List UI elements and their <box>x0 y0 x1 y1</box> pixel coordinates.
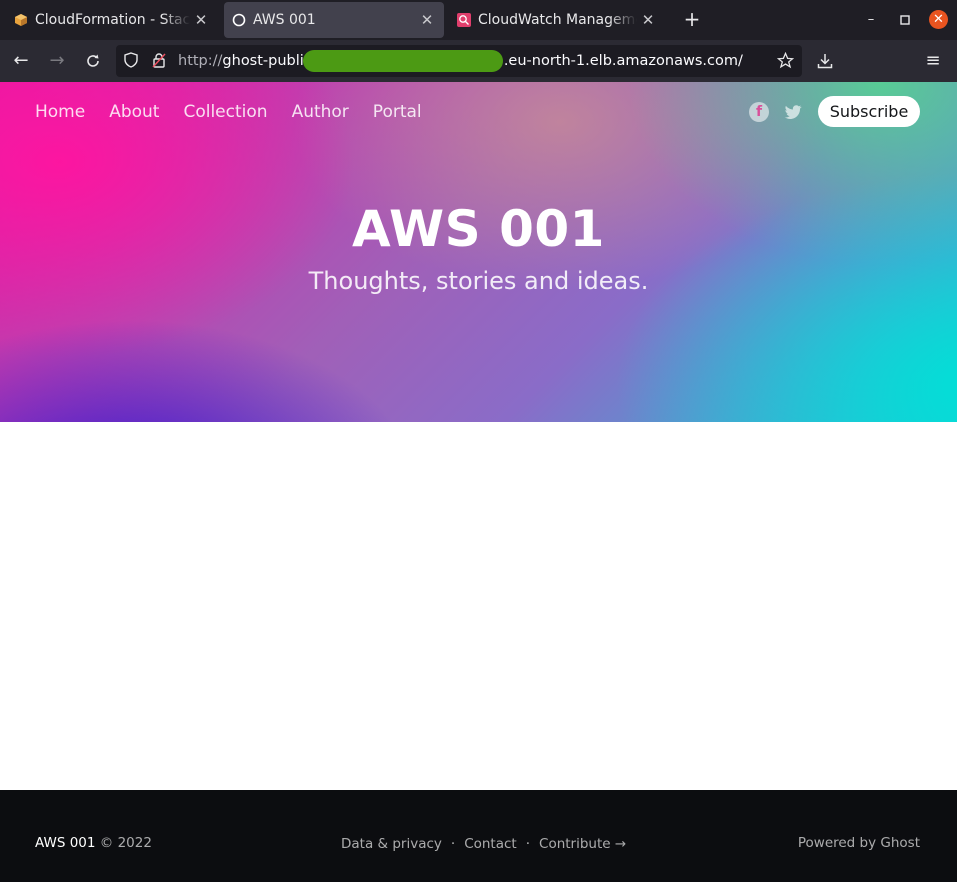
twitter-icon[interactable] <box>783 102 803 122</box>
powered-by-ghost[interactable]: Powered by Ghost <box>798 835 920 851</box>
cloudwatch-icon <box>457 13 471 27</box>
footer-link-contact[interactable]: Contact <box>464 836 517 852</box>
menu-icon[interactable]: ≡ <box>922 50 944 72</box>
address-bar[interactable]: http://ghost-publi .eu-north-1.elb.amazon… <box>116 45 802 77</box>
footer-link-data-privacy[interactable]: Data & privacy <box>341 836 442 852</box>
close-tab-icon[interactable]: ✕ <box>194 11 208 29</box>
footer-copyright: AWS 001 © 2022 <box>35 835 152 851</box>
minimize-icon[interactable]: – <box>861 10 881 30</box>
site-nav: Home About Collection Author Portal <box>35 102 422 122</box>
url-host-start: ghost-publi <box>222 53 304 69</box>
tab-title: CloudWatch Managemen <box>478 12 637 28</box>
bookmark-star-icon[interactable] <box>776 51 794 70</box>
redaction-mark <box>303 50 503 72</box>
nav-collection[interactable]: Collection <box>183 102 267 122</box>
back-icon[interactable]: ← <box>10 50 32 72</box>
site-title: AWS 001 <box>352 200 605 258</box>
nav-author[interactable]: Author <box>292 102 349 122</box>
site-header: Home About Collection Author Portal f Su… <box>0 82 957 422</box>
aws-cube-icon <box>15 14 27 26</box>
separator: · <box>525 836 531 852</box>
footer-site-name[interactable]: AWS 001 <box>35 835 95 851</box>
separator: · <box>450 836 456 852</box>
downloads-icon[interactable] <box>814 50 836 72</box>
main-content <box>0 422 957 790</box>
nav-home[interactable]: Home <box>35 102 85 122</box>
tab-title: CloudFormation - Stack g <box>35 12 190 28</box>
nav-about[interactable]: About <box>109 102 159 122</box>
new-tab-icon[interactable]: + <box>681 8 703 30</box>
shield-icon[interactable] <box>122 52 140 70</box>
browser-tab-bar: CloudFormation - Stack g ✕ AWS 001 ✕ Clo… <box>0 0 957 40</box>
facebook-icon[interactable]: f <box>749 102 769 122</box>
close-window-icon[interactable]: ✕ <box>929 10 948 29</box>
footer-year: © 2022 <box>99 835 152 851</box>
subscribe-button[interactable]: Subscribe <box>818 96 920 127</box>
site-description: Thoughts, stories and ideas. <box>308 267 649 295</box>
tab-cloudwatch[interactable]: CloudWatch Managemen ✕ <box>449 2 665 38</box>
close-tab-icon[interactable]: ✕ <box>641 11 655 29</box>
insecure-lock-icon[interactable] <box>150 52 168 70</box>
url-protocol: http:// <box>178 53 223 69</box>
nav-portal[interactable]: Portal <box>373 102 422 122</box>
forward-icon[interactable]: → <box>46 50 68 72</box>
close-tab-icon[interactable]: ✕ <box>420 11 434 29</box>
footer-links: Data & privacy · Contact · Contribute → <box>341 836 626 852</box>
ghost-icon <box>232 13 246 27</box>
tab-title: AWS 001 <box>253 12 316 28</box>
maximize-icon[interactable] <box>895 10 915 30</box>
footer-link-contribute[interactable]: Contribute → <box>539 836 626 852</box>
url-host-end: .eu-north-1.elb.amazonaws.com/ <box>503 53 743 69</box>
site-footer: AWS 001 © 2022 Data & privacy · Contact … <box>0 790 957 882</box>
tab-aws-001[interactable]: AWS 001 ✕ <box>224 2 444 38</box>
browser-nav-bar: ← → http://ghost-publi .eu-north-1.elb.am… <box>0 40 957 82</box>
reload-icon[interactable] <box>82 50 104 72</box>
tab-cloudformation[interactable]: CloudFormation - Stack g ✕ <box>6 2 218 38</box>
